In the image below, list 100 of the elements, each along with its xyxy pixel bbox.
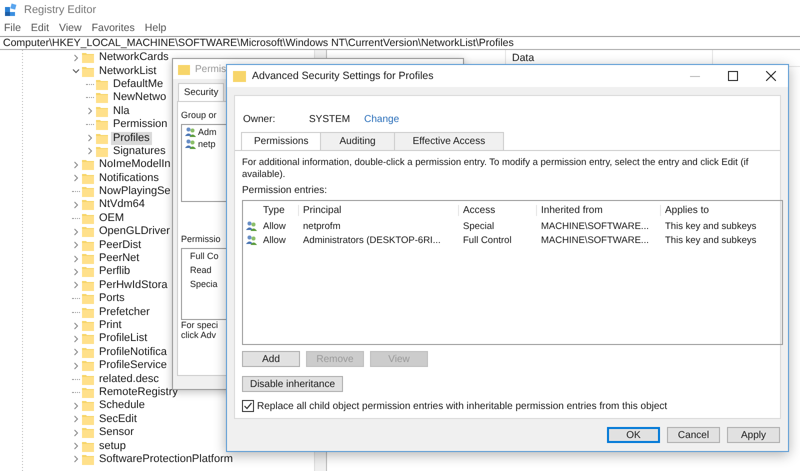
chevron-right-icon[interactable] bbox=[72, 348, 80, 356]
column-header[interactable]: Access bbox=[459, 204, 537, 216]
chevron-right-icon[interactable] bbox=[72, 281, 80, 290]
chevron-right-icon[interactable] bbox=[72, 241, 80, 250]
tree-item[interactable]: setup bbox=[97, 440, 128, 453]
tree-item[interactable]: Profiles bbox=[111, 132, 152, 145]
menu-item[interactable]: File bbox=[4, 22, 21, 34]
tab[interactable]: Security bbox=[178, 83, 224, 101]
tree-item[interactable]: Schedule bbox=[97, 399, 147, 412]
chevron-right-icon[interactable] bbox=[72, 334, 80, 343]
column-header[interactable]: Principal bbox=[299, 204, 459, 216]
folder-icon bbox=[96, 106, 108, 117]
chevron-right-icon[interactable] bbox=[72, 455, 80, 464]
menu-item[interactable]: Edit bbox=[30, 22, 50, 34]
checkbox[interactable] bbox=[242, 400, 254, 412]
tree-item[interactable]: Signatures bbox=[111, 144, 168, 158]
table-cell-text: MACHINE\SOFTWARE... bbox=[540, 234, 650, 246]
menu-item[interactable]: View bbox=[59, 22, 82, 34]
checkbox-label: Replace all child object permission entries with inheritable permission entries from this object bbox=[257, 400, 668, 412]
tree-item[interactable]: SecEdit bbox=[97, 412, 139, 426]
chevron-right-icon[interactable] bbox=[72, 428, 80, 437]
address-field[interactable]: Computer\HKEY_LOCAL_MACHINE\SOFTWARE\Microsoft\Windows NT\CurrentVersion\NetworkList\Profiles bbox=[0, 36, 800, 50]
chevron-right-icon[interactable] bbox=[72, 54, 80, 62]
chevron-right-icon[interactable] bbox=[86, 107, 94, 116]
chevron-right-icon[interactable] bbox=[86, 147, 94, 156]
tree-item[interactable]: Perflib bbox=[97, 265, 132, 278]
chevron-down-icon[interactable] bbox=[72, 67, 80, 76]
note-text: For speci bbox=[181, 320, 218, 330]
tab[interactable]: Auditing bbox=[320, 132, 395, 150]
column-header[interactable]: Applies to bbox=[661, 204, 771, 216]
chevron-right-icon[interactable] bbox=[72, 268, 80, 276]
folder-icon bbox=[96, 146, 108, 157]
tree-item[interactable]: PeerNet bbox=[97, 252, 142, 266]
folder-icon bbox=[82, 320, 94, 331]
owner-label: Owner: bbox=[243, 114, 276, 124]
menu-item[interactable]: Favorites bbox=[92, 22, 135, 34]
tree-item[interactable]: Ports bbox=[97, 292, 127, 306]
principal-item[interactable]: Adm bbox=[198, 127, 217, 137]
chevron-right-icon[interactable] bbox=[86, 134, 94, 142]
tree-item[interactable]: Notifications bbox=[97, 172, 161, 185]
dialog-button[interactable]: OK bbox=[607, 427, 660, 443]
disable-inheritance-button[interactable]: Disable inheritance bbox=[242, 376, 343, 392]
chevron-right-icon[interactable] bbox=[72, 254, 80, 263]
tree-item[interactable]: Sensor bbox=[97, 426, 136, 440]
folder-icon bbox=[82, 306, 94, 318]
tree-item[interactable]: NetworkCards bbox=[97, 51, 171, 64]
chevron-right-icon[interactable] bbox=[72, 228, 80, 236]
tree-item[interactable]: ProfileList bbox=[97, 332, 150, 346]
entry-button[interactable]: Add bbox=[242, 351, 300, 367]
users-icon bbox=[185, 139, 196, 149]
folder-icon bbox=[82, 333, 94, 344]
tree-item[interactable]: DefaultMe bbox=[111, 78, 166, 91]
window-title: Registry Editor bbox=[24, 4, 96, 16]
folder-icon bbox=[96, 78, 108, 90]
menu-item[interactable]: Help bbox=[144, 22, 166, 34]
tree-item[interactable]: Nla bbox=[111, 104, 132, 118]
folder-icon bbox=[178, 64, 190, 74]
table-cell-text: Full Control bbox=[462, 234, 513, 246]
close-icon[interactable] bbox=[766, 71, 776, 81]
chevron-right-icon[interactable] bbox=[72, 415, 80, 424]
chevron-right-icon[interactable] bbox=[72, 442, 80, 450]
tree-item[interactable]: ProfileService bbox=[97, 359, 169, 372]
tree-item[interactable]: OpenGLDriver bbox=[97, 225, 172, 238]
maximize-icon[interactable] bbox=[728, 71, 738, 81]
folder-icon bbox=[82, 52, 94, 64]
tree-item[interactable]: NetworkList bbox=[97, 64, 158, 78]
tab[interactable]: Effective Access bbox=[394, 132, 504, 150]
chevron-right-icon[interactable] bbox=[72, 160, 80, 169]
folder-icon bbox=[82, 386, 94, 398]
chevron-right-icon[interactable] bbox=[72, 362, 80, 370]
chevron-right-icon[interactable] bbox=[72, 174, 80, 182]
change-link[interactable]: Change bbox=[364, 114, 400, 124]
tree-item[interactable]: NowPlayingSe bbox=[97, 185, 173, 198]
dialog-button[interactable]: Cancel bbox=[667, 427, 720, 443]
tree-item[interactable]: ProfileNotifica bbox=[97, 346, 169, 359]
chevron-right-icon[interactable] bbox=[72, 200, 80, 209]
tree-item[interactable]: NoImeModelIn bbox=[97, 158, 173, 172]
column-header[interactable]: Type bbox=[259, 204, 299, 216]
tree-item[interactable]: related.desc bbox=[97, 372, 161, 386]
folder-icon bbox=[82, 427, 94, 438]
tree-item[interactable]: PerHwIdStora bbox=[97, 278, 170, 292]
dialog-button[interactable]: Apply bbox=[727, 427, 780, 443]
tree-item[interactable]: PeerDist bbox=[97, 238, 144, 252]
table-cell-text: netprofm bbox=[302, 220, 342, 232]
principal-item[interactable]: netp bbox=[198, 139, 216, 149]
tree-item[interactable]: RemoteRegistry bbox=[97, 386, 180, 399]
folder-icon bbox=[82, 414, 94, 425]
tree-item[interactable]: SoftwareProtectionPlatform bbox=[97, 452, 235, 466]
column-header[interactable]: Inherited from bbox=[537, 204, 661, 216]
permission-name: Full Co bbox=[190, 251, 220, 261]
chevron-right-icon[interactable] bbox=[72, 402, 80, 410]
tree-item[interactable]: NtVdm64 bbox=[97, 198, 147, 212]
tree-item[interactable]: Permission bbox=[111, 118, 170, 132]
tree-item[interactable]: NewNetwo bbox=[111, 91, 168, 104]
tree-item[interactable]: Prefetcher bbox=[97, 306, 152, 319]
chevron-right-icon[interactable] bbox=[72, 322, 80, 330]
tree-item[interactable]: OEM bbox=[97, 212, 126, 225]
tree-item[interactable]: Print bbox=[97, 319, 124, 332]
folder-icon bbox=[96, 92, 108, 104]
tab[interactable]: Permissions bbox=[241, 132, 322, 150]
